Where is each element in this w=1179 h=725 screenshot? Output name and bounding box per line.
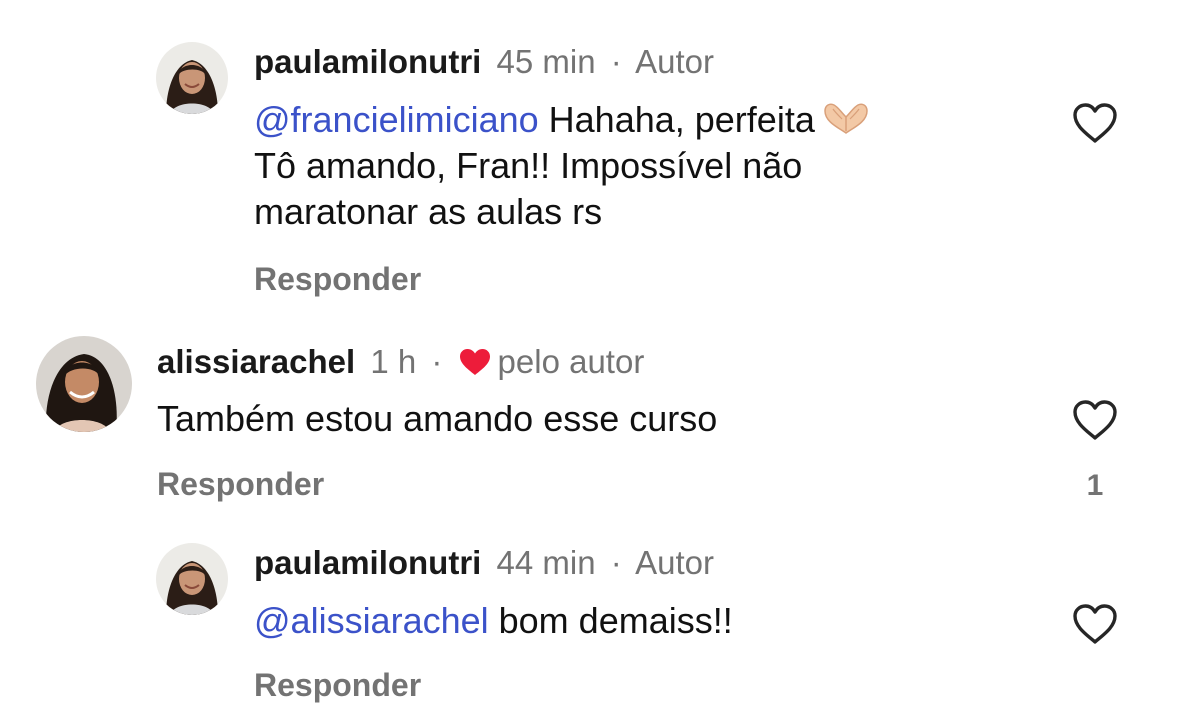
comment-text-line: Tô amando, Fran!! Impossível não	[254, 145, 803, 186]
avatar[interactable]	[36, 336, 132, 432]
separator: ·	[610, 43, 622, 80]
username[interactable]: paulamilonutri	[254, 43, 481, 80]
comment-text: @alissiarachel bom demaiss!!	[254, 598, 1054, 644]
comment-meta: paulamilonutri 45 min · Autor	[254, 42, 714, 82]
separator: ·	[431, 343, 443, 380]
timestamp: 45 min	[496, 43, 596, 80]
heart-hands-emoji-icon	[821, 100, 871, 136]
reply-button[interactable]: Responder	[254, 259, 421, 299]
like-button[interactable]	[1071, 101, 1119, 145]
author-badge: Autor	[635, 43, 714, 80]
like-button[interactable]	[1071, 602, 1119, 646]
timestamp: 44 min	[496, 544, 596, 581]
comment-text-line: maratonar as aulas rs	[254, 191, 603, 232]
previous-comment-edge	[200, 0, 500, 2]
liked-by-author-label: pelo autor	[497, 343, 645, 380]
username[interactable]: alissiarachel	[157, 343, 355, 380]
comment-meta: paulamilonutri 44 min · Autor	[254, 543, 714, 583]
comment-text: @francielimiciano Hahaha, perfeita Tô am…	[254, 97, 1054, 235]
mention-link[interactable]: @francielimiciano	[254, 99, 539, 140]
reply-button[interactable]: Responder	[254, 665, 421, 705]
heart-outline-icon	[1073, 604, 1117, 644]
comment-meta: alissiarachel 1 h · pelo autor	[157, 342, 644, 382]
reply-button[interactable]: Responder	[157, 464, 324, 504]
heart-filled-icon	[458, 346, 492, 376]
comment-text-line: bom demaiss!!	[488, 600, 733, 641]
separator: ·	[610, 544, 622, 581]
mention-link[interactable]: @alissiarachel	[254, 600, 489, 641]
like-count: 1	[1086, 469, 1104, 502]
avatar[interactable]	[156, 42, 228, 114]
timestamp: 1 h	[370, 343, 417, 380]
avatar[interactable]	[156, 543, 228, 615]
heart-outline-icon	[1073, 400, 1117, 440]
comment-text-line: Hahaha, perfeita	[538, 99, 815, 140]
comment-text: Também estou amando esse curso	[157, 398, 718, 439]
like-button[interactable]	[1071, 398, 1119, 442]
heart-outline-icon	[1073, 103, 1117, 143]
author-badge: Autor	[635, 544, 714, 581]
username[interactable]: paulamilonutri	[254, 544, 481, 581]
